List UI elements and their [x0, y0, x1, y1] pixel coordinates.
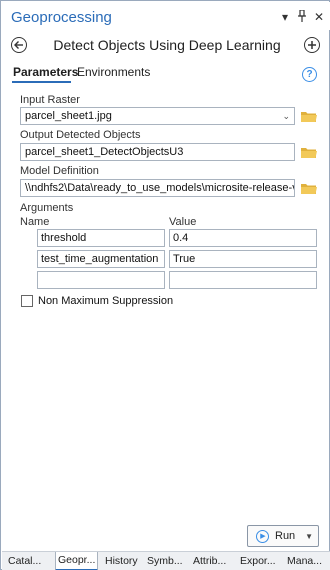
- geoprocessing-pane: Geoprocessing ▾ ✕ Detect Objects Using D…: [0, 0, 330, 570]
- output-field[interactable]: parcel_sheet1_DetectObjectsU3: [20, 143, 295, 161]
- pin-icon[interactable]: [295, 9, 309, 25]
- argument-value-cell[interactable]: 0.4: [169, 229, 317, 247]
- name-column-header: Name: [20, 216, 50, 228]
- argument-value-cell[interactable]: [169, 271, 317, 289]
- bottom-tab-bar: Catal... Geopr... History Symb... Attrib…: [2, 551, 330, 570]
- tab-environments[interactable]: Environments: [77, 65, 150, 79]
- model-definition-label: Model Definition: [20, 165, 99, 177]
- help-icon[interactable]: ?: [302, 67, 317, 82]
- pane-titlebar: Geoprocessing ▾ ✕: [2, 2, 330, 30]
- active-tab-indicator: [12, 81, 71, 83]
- play-icon: ▶: [256, 529, 269, 543]
- tab-export[interactable]: Expor...: [238, 554, 278, 570]
- tab-attributes[interactable]: Attrib...: [191, 554, 228, 570]
- argument-name-cell[interactable]: [37, 271, 165, 289]
- tab-geoprocessing[interactable]: Geopr...: [55, 552, 99, 570]
- nms-label: Non Maximum Suppression: [38, 295, 174, 307]
- close-icon[interactable]: ✕: [312, 10, 326, 24]
- add-icon[interactable]: [304, 37, 320, 53]
- browse-folder-icon[interactable]: [301, 110, 317, 122]
- browse-folder-icon[interactable]: [301, 182, 317, 194]
- pane-options-icon[interactable]: ▾: [278, 10, 292, 24]
- run-button[interactable]: ▶ Run ▼: [247, 525, 319, 547]
- arguments-label: Arguments: [20, 202, 74, 214]
- browse-folder-icon[interactable]: [301, 146, 317, 158]
- tool-title: Detect Objects Using Deep Learning: [53, 37, 281, 53]
- argument-name-cell[interactable]: threshold: [37, 229, 165, 247]
- model-definition-value: \\ndhfs2\Data\ready_to_use_models\micros…: [25, 182, 295, 194]
- tab-symbology[interactable]: Symb...: [145, 554, 185, 570]
- input-raster-field[interactable]: parcel_sheet1.jpg ⌄: [20, 107, 295, 125]
- nms-checkbox[interactable]: [21, 295, 33, 307]
- value-column-header: Value: [169, 216, 197, 228]
- chevron-down-icon[interactable]: ⌄: [282, 108, 290, 124]
- back-icon[interactable]: [11, 37, 27, 53]
- input-raster-value: parcel_sheet1.jpg: [25, 110, 112, 122]
- tab-manage[interactable]: Mana...: [285, 554, 324, 570]
- output-value: parcel_sheet1_DetectObjectsU3: [25, 146, 184, 158]
- tool-tabs: Parameters Environments: [2, 61, 330, 83]
- output-label: Output Detected Objects: [20, 129, 141, 141]
- tool-header: Detect Objects Using Deep Learning: [2, 31, 330, 59]
- pin-glyph: [298, 9, 306, 22]
- tab-catalog[interactable]: Catal...: [6, 554, 43, 570]
- tab-parameters[interactable]: Parameters: [13, 65, 78, 79]
- tab-history[interactable]: History: [103, 554, 140, 570]
- argument-name-cell[interactable]: test_time_augmentation: [37, 250, 165, 268]
- plus-glyph: [308, 41, 316, 49]
- argument-value-cell[interactable]: True: [169, 250, 317, 268]
- pane-title: Geoprocessing: [11, 9, 112, 26]
- back-arrow-glyph: [14, 41, 23, 49]
- model-definition-field[interactable]: \\ndhfs2\Data\ready_to_use_models\micros…: [20, 179, 295, 197]
- run-dropdown-icon[interactable]: ▼: [305, 532, 313, 541]
- run-label: Run: [275, 530, 296, 542]
- input-raster-label: Input Raster: [20, 94, 80, 106]
